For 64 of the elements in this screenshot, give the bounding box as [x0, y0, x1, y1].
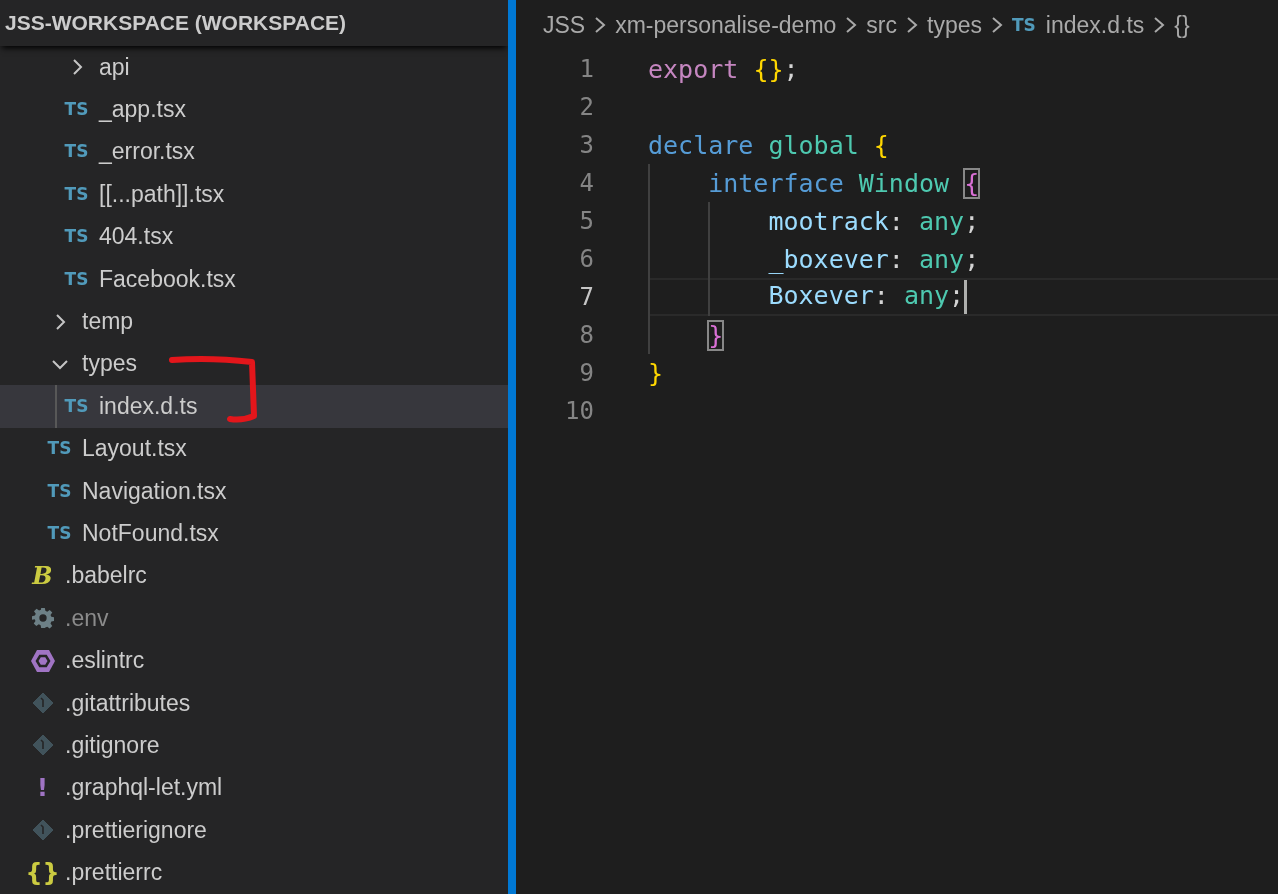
file-item[interactable]: TS index.d.ts	[0, 385, 508, 428]
line-number: 10	[564, 397, 594, 425]
folder-item[interactable]: temp	[0, 300, 508, 343]
line-number: 4	[578, 169, 594, 197]
code-line: mootrack: any;	[767, 206, 980, 236]
line-number: 6	[578, 245, 594, 273]
settings-icon	[31, 607, 54, 630]
code-line: Boxever: any;	[648, 280, 968, 314]
breadcrumb-item[interactable]: JSS	[543, 11, 586, 39]
breadcrumb-item[interactable]: index.d.ts	[1045, 11, 1145, 39]
file-item[interactable]: B .babelrc	[0, 554, 508, 598]
line-number: 5	[578, 207, 594, 235]
json-icon: {}	[25, 860, 60, 885]
breadcrumb-item[interactable]: {}	[1174, 11, 1190, 39]
workspace-title: JSS-WORKSPACE (WORKSPACE)	[0, 0, 508, 46]
typescript-icon: TS	[47, 440, 72, 458]
line-number: 9	[578, 359, 594, 387]
typescript-icon: TS	[47, 482, 72, 500]
line-number: 1	[578, 55, 594, 83]
code-line: interface Window {	[707, 168, 980, 198]
git-icon	[31, 734, 54, 757]
line-number: 8	[578, 321, 594, 349]
file-item[interactable]: TS _error.tsx	[0, 130, 508, 174]
code-line: _boxever: any;	[767, 244, 980, 274]
file-item[interactable]: TS Layout.tsx	[0, 427, 508, 470]
typescript-icon: TS	[64, 397, 89, 415]
file-item[interactable]: ! .graphql-let.yml	[0, 766, 508, 810]
typescript-icon: TS	[1012, 16, 1036, 34]
yaml-icon: !	[37, 775, 48, 800]
code-line: }	[707, 320, 724, 350]
file-item[interactable]: TS 404.tsx	[0, 215, 508, 258]
file-item[interactable]: TS Facebook.tsx	[0, 257, 508, 301]
typescript-icon: TS	[64, 270, 89, 288]
file-item[interactable]: TS _app.tsx	[0, 88, 508, 131]
line-number: 3	[578, 131, 594, 159]
git-icon	[31, 692, 54, 715]
file-item[interactable]: .gitignore	[0, 724, 508, 767]
folder-item[interactable]: types	[0, 342, 508, 386]
file-item[interactable]: TS [[...path]].tsx	[0, 173, 508, 216]
file-item[interactable]: TS Navigation.tsx	[0, 469, 508, 513]
file-item[interactable]: .env	[0, 597, 508, 640]
code-line: export {};	[648, 54, 799, 84]
typescript-icon: TS	[64, 185, 89, 203]
file-item[interactable]: {} .prettierrc	[0, 851, 508, 894]
breadcrumb-item[interactable]: src	[866, 11, 897, 39]
typescript-icon: TS	[47, 525, 72, 542]
folder-item[interactable]: api	[0, 46, 508, 89]
hexagon-icon	[29, 648, 56, 673]
code-line: }	[648, 358, 664, 388]
breadcrumb-item[interactable]: xm-personalise-demo	[615, 11, 837, 39]
line-number: 2	[578, 93, 594, 121]
git-icon	[31, 819, 54, 842]
code-line: declare global {	[648, 130, 889, 160]
text-cursor	[964, 280, 968, 314]
babel-icon: B	[32, 563, 53, 588]
typescript-icon: TS	[64, 101, 89, 119]
file-item[interactable]: TS NotFound.tsx	[0, 512, 508, 555]
breadcrumb-item[interactable]: types	[927, 11, 982, 39]
file-item[interactable]: .gitattributes	[0, 681, 508, 725]
typescript-icon: TS	[64, 143, 89, 161]
file-item[interactable]: .prettierignore	[0, 809, 508, 852]
typescript-icon: TS	[64, 228, 89, 246]
line-number: 7	[578, 283, 594, 311]
file-item[interactable]: .eslintrc	[0, 639, 508, 682]
